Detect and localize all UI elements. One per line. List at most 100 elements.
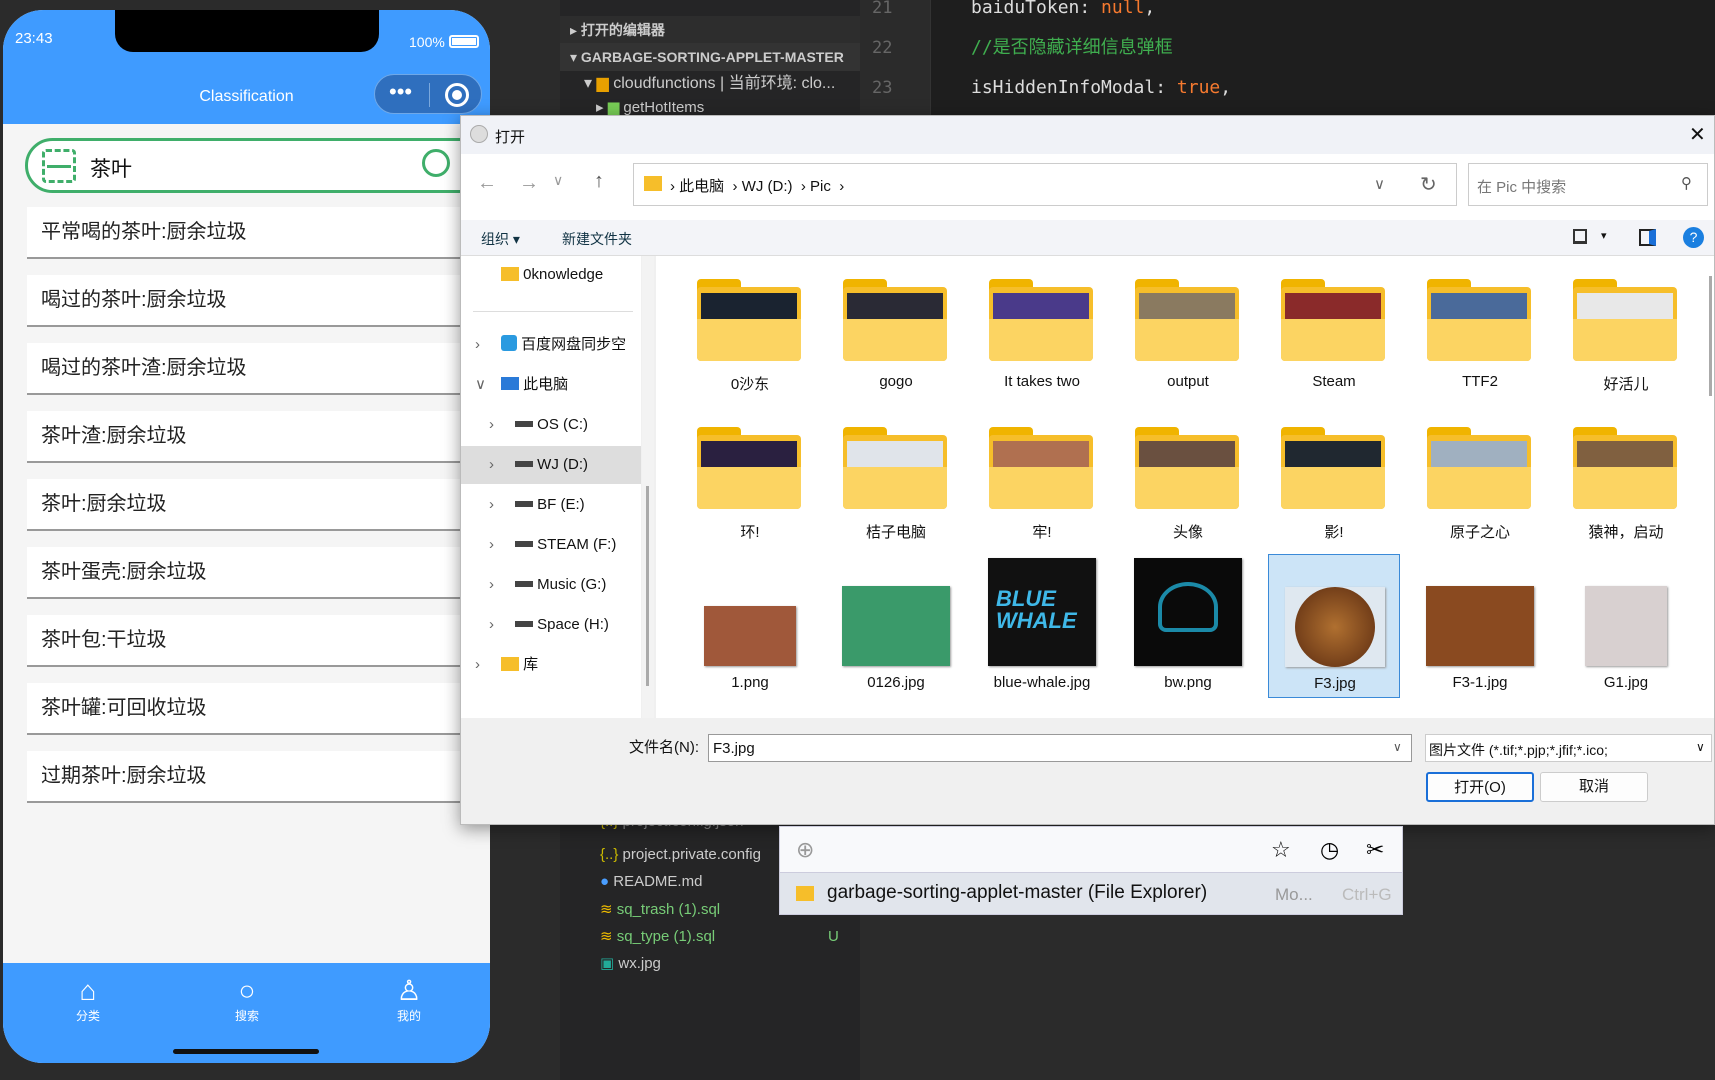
search-bar[interactable]: 茶叶 [25, 138, 490, 193]
search-icon[interactable]: ⚲ [1681, 174, 1692, 192]
folder-item[interactable]: 原子之心 [1414, 406, 1546, 550]
tab-mine[interactable]: ♙ 我的 [379, 975, 439, 1024]
nav-item[interactable]: › BF (E:) [461, 486, 641, 524]
close-icon[interactable]: ✕ [1689, 122, 1706, 147]
capsule-menu[interactable]: ••• [374, 74, 482, 114]
search-input[interactable]: 茶叶 [90, 153, 132, 183]
filename-input[interactable]: F3.jpg ∨ [708, 734, 1412, 762]
phone-simulator: 23:43 100% Classification ••• 茶叶 平常喝的茶叶:… [3, 10, 490, 1063]
view-dropdown-icon[interactable]: ▾ [1601, 229, 1607, 242]
nav-item[interactable]: › Music (G:) [461, 566, 641, 604]
tree-item[interactable]: ≋ sq_type (1).sql [600, 923, 715, 950]
nav-item[interactable]: › Space (H:) [461, 606, 641, 644]
image-item[interactable]: G1.jpg [1560, 554, 1692, 698]
result-item[interactable]: 喝过的茶叶渣:厨余垃圾 [27, 343, 467, 395]
image-item[interactable]: BLUE WHALE blue-whale.jpg [976, 554, 1108, 698]
nav-item[interactable]: › OS (C:) [461, 406, 641, 444]
section-project[interactable]: ▾ GARBAGE-SORTING-APPLET-MASTER [560, 43, 860, 71]
search-input[interactable]: 在 Pic 中搜索 [1477, 176, 1566, 197]
nav-item[interactable]: › 库 [461, 646, 641, 684]
tree-item-cloudfunctions[interactable]: ▾ ▆ cloudfunctions | 当前环境: clo... [584, 70, 835, 97]
cancel-button[interactable]: 取消 [1540, 772, 1648, 802]
history-icon[interactable]: ◷ [1320, 837, 1339, 863]
chevron-down-icon[interactable]: ∨ [1393, 740, 1402, 754]
view-icon[interactable] [1573, 229, 1587, 244]
folder-item[interactable]: output [1122, 258, 1254, 402]
folder-item[interactable]: 0沙东 [684, 258, 816, 402]
tree-item[interactable]: ▣ wx.jpg [600, 950, 661, 977]
folder-item[interactable]: 影! [1268, 406, 1400, 550]
folder-item[interactable]: 桔子电脑 [830, 406, 962, 550]
result-item[interactable]: 茶叶:厨余垃圾 [27, 479, 467, 531]
code-editor[interactable]: baiduToken: null, //是否隐藏详细信息弹框 isHiddenI… [930, 0, 1715, 115]
new-folder-button[interactable]: 新建文件夹 [562, 229, 632, 249]
preview-pane-icon[interactable] [1639, 229, 1656, 246]
folder-item[interactable]: 环! [684, 406, 816, 550]
image-item[interactable]: F3-1.jpg [1414, 554, 1546, 698]
nav-item[interactable]: › 百度网盘同步空 [461, 326, 641, 364]
launcher-result[interactable]: garbage-sorting-applet-master (File Expl… [780, 872, 1402, 914]
section-open-editors[interactable]: ▸ 打开的编辑器 [560, 16, 860, 44]
folder-icon [644, 176, 662, 191]
home-indicator [173, 1049, 319, 1054]
folder-item[interactable]: It takes two [976, 258, 1108, 402]
more-icon[interactable]: ••• [389, 81, 412, 103]
tree-item[interactable]: ● README.md [600, 868, 702, 895]
tab-search[interactable]: ○ 搜索 [217, 975, 277, 1024]
address-bar[interactable]: › 此电脑 › WJ (D:) › Pic › ∨ ↻ [633, 163, 1457, 206]
database-icon: ≋ [600, 928, 613, 945]
star-icon[interactable]: ☆ [1271, 837, 1291, 863]
result-item[interactable]: 茶叶包:干垃圾 [27, 615, 467, 667]
close-miniapp-icon[interactable] [445, 83, 469, 107]
forward-icon[interactable]: → [519, 172, 539, 195]
result-item[interactable]: 茶叶渣:厨余垃圾 [27, 411, 467, 463]
result-item[interactable]: 茶叶罐:可回收垃圾 [27, 683, 467, 735]
back-icon[interactable]: ← [477, 172, 497, 195]
filetype-select[interactable]: 图片文件 (*.tif;*.pjp;*.jfif;*.ico; ∨ [1425, 734, 1712, 762]
database-icon: ≋ [600, 901, 613, 918]
help-icon[interactable]: ? [1683, 227, 1704, 248]
sidebar-scrollbar[interactable] [642, 256, 654, 718]
tree-item[interactable]: ≋ sq_trash (1).sql [600, 896, 720, 923]
drive-icon [515, 621, 533, 627]
whale-tail-image [1158, 582, 1218, 632]
grid-scrollbar[interactable] [1709, 276, 1712, 396]
folder-item[interactable]: 好活儿 [1560, 258, 1692, 402]
image-item[interactable]: 1.png [684, 554, 816, 698]
folder-item[interactable]: 猿神，启动 [1560, 406, 1692, 550]
code-line: isHiddenInfoModal: true, [971, 77, 1232, 98]
organize-button[interactable]: 组织 ▾ [481, 229, 520, 249]
folder-icon [1573, 279, 1677, 361]
up-icon[interactable]: ↑ [594, 170, 604, 193]
image-item[interactable]: bw.png [1122, 554, 1254, 698]
folder-item[interactable]: gogo [830, 258, 962, 402]
nav-item[interactable]: › STEAM (F:) [461, 526, 641, 564]
nav-item[interactable]: ∨ 此电脑 [461, 366, 641, 404]
history-dropdown-icon[interactable]: ∨ [1374, 175, 1385, 193]
launcher-search-icon: ⊕ [796, 837, 815, 862]
tree-item-gethotitems[interactable]: ▸ ▆ getHotItems [596, 98, 704, 115]
tab-classify[interactable]: ⌂ 分类 [58, 975, 118, 1024]
result-item[interactable]: 喝过的茶叶:厨余垃圾 [27, 275, 467, 327]
result-item[interactable]: 茶叶蛋壳:厨余垃圾 [27, 547, 467, 599]
search-icon[interactable] [422, 149, 450, 177]
result-item[interactable]: 过期茶叶:厨余垃圾 [27, 751, 467, 803]
scan-icon[interactable] [42, 149, 76, 183]
folder-item[interactable]: 牢! [976, 406, 1108, 550]
nav-item[interactable]: › WJ (D:) [461, 446, 641, 484]
drive-icon [515, 421, 533, 427]
refresh-icon[interactable]: ↻ [1420, 172, 1437, 197]
open-button[interactable]: 打开(O) [1426, 772, 1534, 802]
code-comment: //是否隐藏详细信息弹框 [971, 37, 1173, 58]
image-item[interactable]: F3.jpg [1268, 554, 1400, 698]
tree-item[interactable]: {..} project.private.config [600, 841, 761, 868]
tools-icon[interactable]: ✂ [1366, 837, 1384, 863]
search-box[interactable]: 在 Pic 中搜索 ⚲ [1468, 163, 1708, 206]
folder-item[interactable]: Steam [1268, 258, 1400, 402]
folder-item[interactable]: 头像 [1122, 406, 1254, 550]
folder-item[interactable]: TTF2 [1414, 258, 1546, 402]
nav-item[interactable]: 0knowledge [461, 256, 641, 294]
recent-dropdown-icon[interactable]: ∨ [553, 172, 563, 189]
image-item[interactable]: 0126.jpg [830, 554, 962, 698]
result-item[interactable]: 平常喝的茶叶:厨余垃圾 [27, 207, 467, 259]
